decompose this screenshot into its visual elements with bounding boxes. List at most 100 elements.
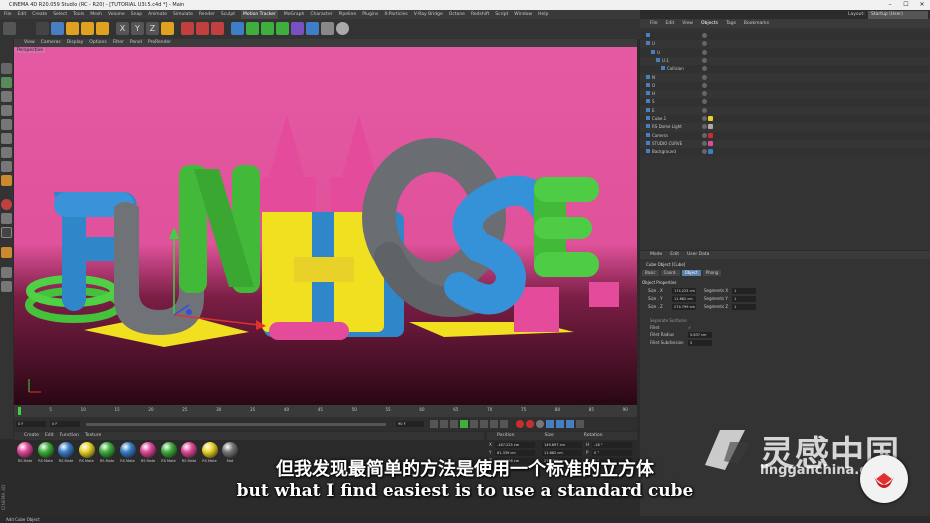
layout-select[interactable]: Startup (User) bbox=[868, 11, 928, 19]
menu-item-plugins[interactable]: Plugins bbox=[362, 10, 378, 19]
rotate-icon[interactable] bbox=[81, 22, 94, 35]
render-view-icon[interactable] bbox=[181, 22, 194, 35]
viewport-menu-panel[interactable]: Panel bbox=[130, 39, 142, 47]
lock-icon[interactable] bbox=[1, 267, 12, 278]
subdivision-icon[interactable] bbox=[261, 22, 274, 35]
visibility-dot-icon[interactable] bbox=[702, 116, 707, 121]
fillet-radius-field[interactable]: 5.837 cm bbox=[688, 332, 712, 338]
timeline-ruler[interactable]: 051015202530354045505560657075808590 bbox=[14, 405, 637, 417]
checker-icon[interactable] bbox=[1, 77, 12, 88]
menu-item-redshift[interactable]: Redshift bbox=[471, 10, 489, 19]
visibility-dot-icon[interactable] bbox=[702, 149, 707, 155]
object-menu-edit[interactable]: Edit bbox=[666, 19, 675, 28]
loop-icon[interactable] bbox=[500, 420, 508, 428]
menu-item-mograph[interactable]: MoGraph bbox=[284, 10, 304, 19]
deformer-icon[interactable] bbox=[291, 22, 304, 35]
rotation-key-icon[interactable] bbox=[566, 420, 574, 428]
object-row[interactable]: U bbox=[640, 48, 930, 57]
material-menu-edit[interactable]: Edit bbox=[45, 432, 54, 440]
goto-end-icon[interactable] bbox=[490, 420, 498, 428]
object-menu-view[interactable]: View bbox=[682, 19, 693, 28]
menu-item-tools[interactable]: Tools bbox=[73, 10, 84, 19]
visibility-dot-icon[interactable] bbox=[702, 124, 707, 130]
attr-segments-field[interactable]: 1 bbox=[732, 304, 756, 310]
attr-menu-user-data[interactable]: User Data bbox=[687, 251, 709, 259]
menu-item-character[interactable]: Character bbox=[310, 10, 332, 19]
array-icon[interactable] bbox=[276, 22, 289, 35]
material-tag-icon[interactable] bbox=[708, 140, 713, 146]
visibility-dot-icon[interactable] bbox=[702, 41, 707, 47]
menu-item-animate[interactable]: Animate bbox=[148, 10, 167, 19]
visibility-dot-icon[interactable] bbox=[702, 74, 707, 80]
model-mode-icon[interactable] bbox=[1, 133, 12, 144]
object-row[interactable]: STUDIO CURVE bbox=[640, 139, 930, 148]
spline-pen-icon[interactable] bbox=[246, 22, 259, 35]
sculpt-icon[interactable] bbox=[1, 199, 12, 210]
material-tag-icon[interactable] bbox=[708, 116, 713, 121]
visibility-dot-icon[interactable] bbox=[702, 107, 707, 113]
material-tag-icon[interactable] bbox=[708, 124, 713, 130]
next-key-icon[interactable] bbox=[480, 420, 488, 428]
scale-key-icon[interactable] bbox=[556, 420, 564, 428]
render-picture-viewer-icon[interactable] bbox=[196, 22, 209, 35]
object-row[interactable]: U bbox=[640, 40, 930, 49]
object-menu-bookmarks[interactable]: Bookmarks bbox=[744, 19, 769, 28]
visibility-dot-icon[interactable] bbox=[702, 99, 707, 105]
floor-icon[interactable] bbox=[306, 22, 319, 35]
keyframe-selection-icon[interactable] bbox=[536, 420, 544, 428]
visibility-dot-icon[interactable] bbox=[702, 66, 707, 72]
scale-icon[interactable] bbox=[66, 22, 79, 35]
menu-item-x-particles[interactable]: X-Particles bbox=[384, 10, 407, 19]
coord-rotation-field[interactable]: -18 ° bbox=[592, 442, 632, 448]
visibility-dot-icon[interactable] bbox=[702, 49, 707, 55]
coord-position-field[interactable]: -187.225 cm bbox=[495, 442, 535, 448]
y-axis-icon[interactable]: Y bbox=[131, 22, 144, 35]
object-row[interactable]: N bbox=[640, 73, 930, 82]
edges-mode-icon[interactable] bbox=[1, 105, 12, 116]
next-frame-icon[interactable] bbox=[470, 420, 478, 428]
menu-item-mesh[interactable]: Mesh bbox=[90, 10, 102, 19]
object-row[interactable]: E bbox=[640, 106, 930, 115]
object-row[interactable]: Camera bbox=[640, 131, 930, 140]
end-frame-field[interactable]: 90 F bbox=[396, 421, 424, 427]
range-slider[interactable] bbox=[86, 423, 386, 426]
viewport-menu-view[interactable]: View bbox=[24, 39, 35, 47]
material-menu-create[interactable]: Create bbox=[24, 432, 39, 440]
menu-item-octane[interactable]: Octane bbox=[449, 10, 465, 19]
menu-item-create[interactable]: Create bbox=[32, 10, 47, 19]
playhead[interactable] bbox=[18, 407, 21, 415]
fillet-subdivision-field[interactable]: 5 bbox=[688, 340, 712, 346]
visibility-dot-icon[interactable] bbox=[702, 91, 707, 97]
polygons-mode-icon[interactable] bbox=[1, 119, 12, 130]
play-icon[interactable] bbox=[460, 420, 468, 428]
pose-icon[interactable] bbox=[1, 247, 12, 258]
attr-tab-coord[interactable]: Coord. bbox=[660, 270, 680, 276]
make-editable-icon[interactable] bbox=[1, 63, 12, 74]
menu-item-snap[interactable]: Snap bbox=[131, 10, 142, 19]
workplane-icon[interactable] bbox=[1, 161, 12, 172]
menu-item-volume[interactable]: Volume bbox=[108, 10, 125, 19]
coordinate-system-icon[interactable] bbox=[161, 22, 174, 35]
material-menu-texture[interactable]: Texture bbox=[85, 432, 101, 440]
coord-size-field[interactable]: 149.697 cm bbox=[542, 442, 582, 448]
viewport-menu-options[interactable]: Options bbox=[89, 39, 106, 47]
visibility-dot-icon[interactable] bbox=[702, 140, 707, 146]
attr-tab-object[interactable]: Object bbox=[681, 270, 701, 276]
object-menu-tags[interactable]: Tags bbox=[726, 19, 736, 28]
visibility-dot-icon[interactable] bbox=[702, 132, 707, 138]
position-key-icon[interactable] bbox=[546, 420, 554, 428]
menu-item-v-ray-bridge[interactable]: V-Ray Bridge bbox=[414, 10, 443, 19]
minimize-button[interactable]: – bbox=[882, 0, 898, 10]
record-icon[interactable] bbox=[516, 420, 524, 428]
menu-item-simulate[interactable]: Simulate bbox=[173, 10, 193, 19]
viewport-menu-filter[interactable]: Filter bbox=[113, 39, 124, 47]
attr-menu-edit[interactable]: Edit bbox=[670, 251, 679, 259]
select-arrow-icon[interactable] bbox=[36, 22, 49, 35]
autokey-icon[interactable] bbox=[526, 420, 534, 428]
snap-icon[interactable] bbox=[1, 175, 12, 186]
current-frame-field[interactable]: 0 F bbox=[16, 421, 46, 427]
menu-item-file[interactable]: File bbox=[4, 10, 12, 19]
attr-segments-field[interactable]: 1 bbox=[732, 288, 756, 294]
object-row[interactable]: S bbox=[640, 98, 930, 107]
object-row[interactable]: Collision bbox=[640, 65, 930, 74]
